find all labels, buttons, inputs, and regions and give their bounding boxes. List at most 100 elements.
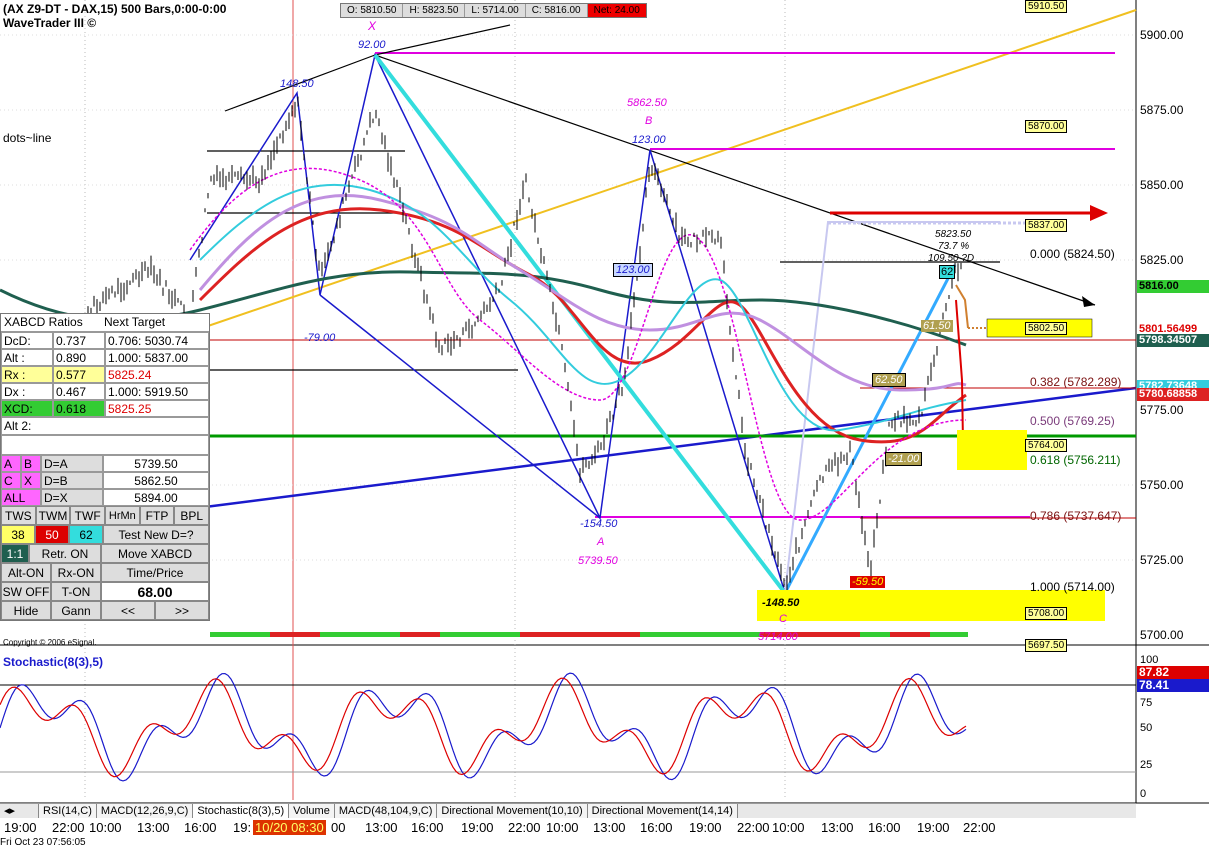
tab-hrmn[interactable]: HrMn bbox=[105, 506, 140, 525]
tag-5708: 5708.00 bbox=[1025, 607, 1068, 620]
d-eq-x-button[interactable]: D=X bbox=[41, 489, 103, 506]
tab-twm[interactable]: TWM bbox=[35, 506, 71, 525]
tag-5910: 5910.50 bbox=[1025, 0, 1068, 13]
d-eq-b-value: 5862.50 bbox=[103, 472, 209, 489]
twf-value[interactable]: 62 bbox=[69, 525, 103, 544]
ratio-button[interactable]: 1:1 bbox=[1, 544, 29, 563]
retr-button[interactable]: Retr. ON bbox=[29, 544, 101, 563]
alt2-label: Alt 2: bbox=[4, 419, 32, 433]
alt-on-button[interactable]: Alt-ON bbox=[1, 563, 51, 582]
time-tick: 19:00 bbox=[461, 820, 494, 835]
swing-59-label: -59.50 bbox=[850, 576, 886, 588]
tab-macd-2[interactable]: MACD(48,104,9,C) bbox=[334, 804, 438, 818]
alt2-row: Alt 2: bbox=[1, 417, 209, 435]
pick-a-button[interactable]: A bbox=[1, 455, 21, 472]
tag-5764: 5764.00 bbox=[1025, 439, 1068, 452]
count-62-label: 62.50 bbox=[872, 373, 906, 387]
move-xabcd-button[interactable]: Move XABCD bbox=[101, 544, 209, 563]
pick-x-button[interactable]: X bbox=[21, 472, 41, 489]
tab-dm-14[interactable]: Directional Movement(14,14) bbox=[587, 804, 738, 818]
d-ratio: 109.50 ?D bbox=[928, 253, 975, 264]
gann-button[interactable]: Gann bbox=[51, 601, 101, 620]
tag-5870: 5870.00 bbox=[1025, 120, 1068, 133]
test-new-button[interactable]: Test New D=? bbox=[103, 525, 209, 544]
ratio-val: 0.890 bbox=[53, 349, 105, 366]
trend-band-segment bbox=[860, 632, 890, 637]
d-percent: 73.7 % bbox=[938, 241, 970, 252]
tab-stochastic[interactable]: Stochastic(8(3),5) bbox=[193, 804, 290, 818]
status-timestamp: Fri Oct 23 07:56:05 bbox=[0, 837, 86, 848]
tab-rsi[interactable]: RSI(14,C) bbox=[39, 804, 97, 818]
time-axis: 19:00 22:00 10:00 13:00 16:00 19: 10/20 … bbox=[0, 818, 1136, 836]
trend-band-segment bbox=[210, 632, 270, 637]
tab-dm-10[interactable]: Directional Movement(10,10) bbox=[437, 804, 588, 818]
b-point-letter: B bbox=[645, 115, 653, 127]
tab-scroll-icon[interactable]: ◂▸ bbox=[0, 804, 39, 818]
b-point-price: 5862.50 bbox=[627, 97, 667, 109]
a-point-price: 5739.50 bbox=[578, 555, 618, 567]
time-tick: 19:00 bbox=[4, 820, 37, 835]
price-tick: 5700.00 bbox=[1140, 628, 1184, 642]
pick-all-button[interactable]: ALL bbox=[1, 489, 41, 506]
fib-level-0: 0.000 (5824.50) bbox=[1030, 247, 1115, 261]
stoch-tick: 100 bbox=[1140, 654, 1159, 666]
time-price-button[interactable]: Time/Price bbox=[101, 563, 209, 582]
time-tick: 00 bbox=[331, 820, 346, 835]
time-tick: 10:00 bbox=[546, 820, 579, 835]
stoch-value-2: 78.41 bbox=[1137, 679, 1209, 692]
count-21-label: -21.00 bbox=[885, 452, 923, 466]
a-point-value: -154.50 bbox=[580, 518, 618, 530]
tag-5837: 5837.00 bbox=[1025, 219, 1068, 232]
price-box-last: 5816.00 bbox=[1137, 280, 1209, 293]
time-tick: 13:00 bbox=[821, 820, 854, 835]
d-eq-b-button[interactable]: D=B bbox=[41, 472, 103, 489]
close-value: C: 5816.00 bbox=[526, 4, 588, 17]
sw-off-button[interactable]: SW OFF bbox=[1, 582, 51, 601]
tab-twf[interactable]: TWF bbox=[70, 506, 105, 525]
time-tick: 16:00 bbox=[411, 820, 444, 835]
hide-button[interactable]: Hide bbox=[1, 601, 51, 620]
price-box-v2: 5798.34507 bbox=[1137, 334, 1209, 347]
swing-148-label: 148.50 bbox=[280, 78, 314, 90]
tab-macd[interactable]: MACD(12,26,9,C) bbox=[96, 804, 194, 818]
tws-value[interactable]: 38 bbox=[1, 525, 35, 544]
net-value: Net: 24.00 bbox=[587, 4, 646, 17]
tab-tws[interactable]: TWS bbox=[1, 506, 36, 525]
pick-c-button[interactable]: C bbox=[1, 472, 21, 489]
indicator-tabs: ◂▸ RSI(14,C) MACD(12,26,9,C) Stochastic(… bbox=[0, 803, 1136, 818]
fib-level-1000: 1.000 (5714.00) bbox=[1030, 580, 1115, 594]
next-button[interactable]: >> bbox=[155, 601, 209, 620]
prev-button[interactable]: << bbox=[101, 601, 155, 620]
low-value: L: 5714.00 bbox=[465, 4, 526, 17]
tab-volume[interactable]: Volume bbox=[289, 804, 335, 818]
ratio-val: 0.577 bbox=[53, 366, 105, 383]
time-tick: 22:00 bbox=[963, 820, 996, 835]
price-tick: 5825.00 bbox=[1140, 253, 1184, 267]
time-tick: 19: bbox=[233, 820, 252, 835]
price-tick: 5725.00 bbox=[1140, 553, 1184, 567]
ratio-key: Dx : bbox=[1, 383, 53, 400]
ohlc-bar: O: 5810.50 H: 5823.50 L: 5714.00 C: 5816… bbox=[340, 3, 647, 18]
tab-ftp[interactable]: FTP bbox=[139, 506, 175, 525]
ratio-key: DcD: bbox=[1, 332, 53, 349]
price-tick: 5900.00 bbox=[1140, 28, 1184, 42]
t-on-button[interactable]: T-ON bbox=[51, 582, 101, 601]
pick-b-button[interactable]: B bbox=[21, 455, 41, 472]
tab-bpl[interactable]: BPL bbox=[174, 506, 209, 525]
stoch-tick: 0 bbox=[1140, 788, 1147, 800]
trend-band-segment bbox=[400, 632, 440, 637]
trend-band-segment bbox=[270, 632, 320, 637]
d-eq-x-value: 5894.00 bbox=[103, 489, 209, 506]
d-eq-a-button[interactable]: D=A bbox=[41, 455, 103, 472]
time-tick: 13:00 bbox=[593, 820, 626, 835]
trend-band-segment bbox=[930, 632, 968, 637]
ratio-key: Rx : bbox=[1, 366, 53, 383]
twm-value[interactable]: 50 bbox=[35, 525, 69, 544]
d-eq-a-value: 5739.50 bbox=[103, 455, 209, 472]
time-tick: 10:00 bbox=[89, 820, 122, 835]
price-tick: 5750.00 bbox=[1140, 478, 1184, 492]
rx-on-button[interactable]: Rx-ON bbox=[51, 563, 101, 582]
fib-level-382: 0.382 (5782.289) bbox=[1030, 375, 1122, 389]
time-tick: 19:00 bbox=[689, 820, 722, 835]
ratio-val: 0.467 bbox=[53, 383, 105, 400]
